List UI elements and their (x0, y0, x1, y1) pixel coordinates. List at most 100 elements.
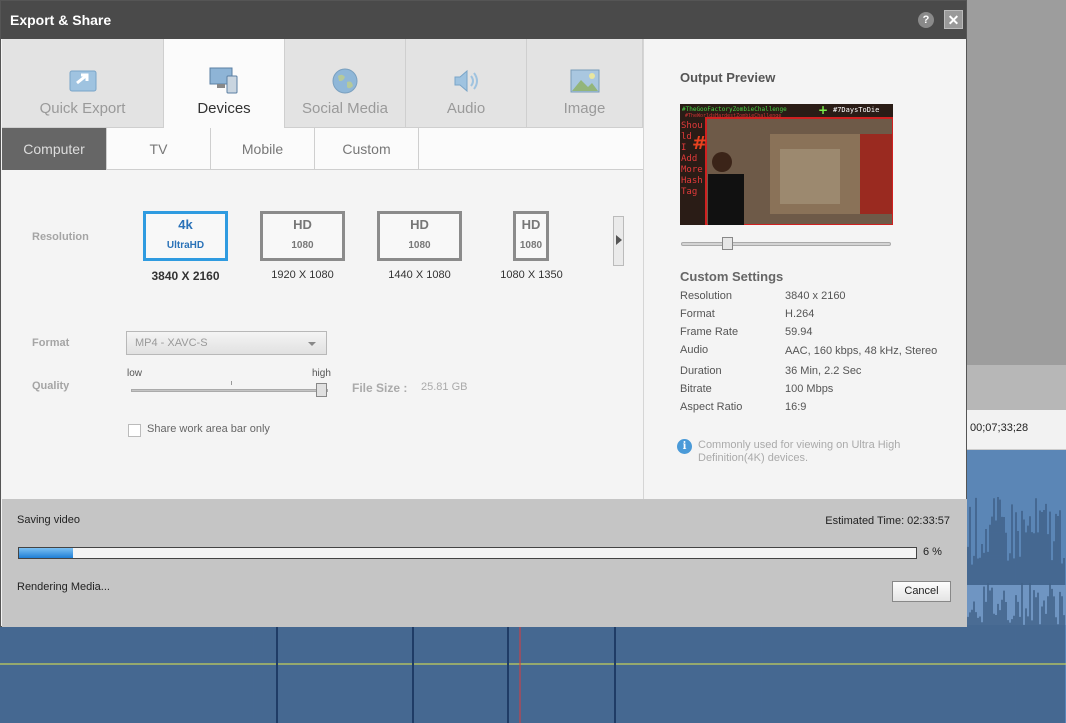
arrow-right-icon (616, 235, 622, 245)
quality-slider-track[interactable] (131, 389, 328, 392)
quick-export-icon (69, 70, 96, 92)
resolution-option-1440[interactable]: HD 1080 (377, 211, 462, 261)
quality-low-label: low (127, 368, 143, 379)
dialog-title: Export & Share (10, 12, 112, 28)
globe-icon (332, 68, 358, 94)
setting-key-aspect-ratio: Aspect Ratio (680, 401, 743, 413)
device-sub-tabs: Computer TV Mobile Custom (2, 128, 643, 170)
info-icon: i (677, 439, 692, 454)
tab-label: Social Media (302, 100, 388, 117)
render-progress-bar (18, 547, 917, 559)
resolution-option-4k[interactable]: 4k UltraHD (143, 211, 228, 261)
resolution-badge-bottom: 1080 (519, 240, 543, 251)
quality-label: Quality (32, 380, 70, 392)
resolution-badge-bottom: UltraHD (166, 240, 205, 251)
tab-quick-export[interactable]: Quick Export (2, 39, 164, 128)
resolution-label: Resolution (32, 231, 89, 243)
quality-slider-tick (231, 381, 232, 385)
preview-scrub-handle[interactable] (722, 237, 733, 250)
tab-devices[interactable]: Devices (164, 39, 285, 128)
chevron-down-icon (308, 342, 316, 346)
setting-value-frame-rate: 59.94 (785, 326, 813, 338)
output-preview-title: Output Preview (680, 70, 776, 85)
overlay-side-word: Shou (681, 121, 703, 131)
close-button[interactable]: ✕ (944, 10, 963, 29)
file-size-label: File Size : (352, 381, 408, 395)
share-work-area-checkbox[interactable] (128, 424, 141, 437)
saving-status-label: Saving video (17, 514, 80, 526)
help-button[interactable]: ? (918, 12, 934, 28)
estimated-time: Estimated Time: 02:33:57 (825, 515, 950, 527)
share-work-area-label[interactable]: Share work area bar only (147, 423, 270, 435)
main-tabs: Quick Export Devices Social Media Audio (2, 39, 643, 128)
export-share-dialog: Export & Share ? ✕ Quick Export Devices (0, 0, 967, 627)
output-preview-panel: Output Preview #TheGooFactoryZombieChall… (643, 39, 966, 499)
tab-label: Quick Export (39, 100, 126, 117)
resolution-caption: 1440 X 1080 (388, 269, 451, 281)
resolution-caption: 3840 X 2160 (151, 269, 220, 283)
tab-mobile[interactable]: Mobile (211, 128, 315, 170)
tab-tv[interactable]: TV (107, 128, 211, 170)
preview-scrub-track[interactable] (681, 242, 891, 246)
progress-percent: 6 % (923, 546, 942, 558)
export-settings-panel: Resolution 4k UltraHD 3840 X 2160 HD 108… (2, 170, 643, 499)
resolution-caption: 1080 X 1350 (500, 269, 563, 281)
setting-key-frame-rate: Frame Rate (680, 326, 739, 338)
custom-settings-title: Custom Settings (680, 269, 784, 284)
tab-label: Image (563, 100, 606, 117)
resolution-option-1080x1350[interactable]: HD 1080 (513, 211, 549, 261)
setting-value-duration: 36 Min, 2.2 Sec (785, 365, 862, 377)
cancel-button[interactable]: Cancel (892, 581, 951, 602)
setting-value-resolution: 3840 x 2160 (785, 290, 846, 302)
timecode-display: 00;07;33;28 (970, 422, 1029, 434)
tab-custom[interactable]: Custom (315, 128, 419, 170)
resolution-option-1920[interactable]: HD 1080 (260, 211, 345, 261)
tab-social-media[interactable]: Social Media (285, 39, 406, 128)
overlay-top-left: #TheGooFactoryZombieChallenge (682, 106, 787, 113)
overlay-side-word: ld (681, 132, 692, 142)
tab-computer[interactable]: Computer (2, 128, 107, 170)
tab-audio[interactable]: Audio (406, 39, 527, 128)
plus-icon: + (818, 104, 828, 117)
speaker-icon (454, 69, 478, 93)
overlay-sub-left: #TheWorldsHardestZombieChallenge (685, 113, 781, 119)
image-icon (570, 69, 599, 93)
setting-value-bitrate: 100 Mbps (785, 383, 834, 395)
overlay-top-right: #7DaysToDie (833, 106, 879, 114)
overlay-side-word: Add (681, 154, 697, 164)
quality-high-label: high (312, 368, 331, 379)
setting-value-audio: AAC, 160 kbps, 48 kHz, Stereo (785, 345, 938, 357)
format-value: MP4 - XAVC-S (135, 337, 208, 349)
overlay-side-word: Hash (681, 176, 703, 186)
resolution-scroll-right-button[interactable] (613, 216, 624, 266)
preview-frame: #TheGooFactoryZombieChallenge #TheWorlds… (680, 104, 893, 225)
setting-key-duration: Duration (680, 365, 722, 377)
render-progress-panel: Saving video Estimated Time: 02:33:57 6 … (2, 499, 967, 627)
setting-key-audio: Audio (680, 344, 709, 356)
preview-thumbnail: #TheGooFactoryZombieChallenge #TheWorlds… (680, 104, 893, 225)
tab-image[interactable]: Image (527, 39, 643, 128)
resolution-caption: 1920 X 1080 (271, 269, 334, 281)
setting-value-aspect-ratio: 16:9 (785, 401, 807, 413)
format-dropdown[interactable]: MP4 - XAVC-S (126, 331, 327, 355)
setting-key-resolution: Resolution (680, 290, 732, 302)
resolution-badge-top: 4k (178, 217, 193, 232)
editor-panel-area (967, 0, 1066, 365)
setting-value-format: H.264 (785, 308, 815, 320)
overlay-side-word: Tag (681, 187, 697, 197)
resolution-badge-top: HD (293, 217, 312, 232)
resolution-badge-top: HD (410, 217, 429, 232)
overlay-side-word: More (681, 165, 703, 175)
device-info-text: Commonly used for viewing on Ultra High … (698, 439, 901, 464)
hash-icon: # (692, 133, 707, 154)
format-label: Format (32, 337, 70, 349)
tab-label: Devices (197, 100, 251, 117)
setting-key-bitrate: Bitrate (680, 383, 712, 395)
dialog-titlebar: Export & Share ? ✕ (1, 1, 966, 39)
resolution-badge-bottom: 1080 (291, 240, 314, 251)
devices-icon (209, 67, 238, 94)
timeline-ruler (967, 365, 1066, 410)
resolution-badge-top: HD (521, 217, 541, 232)
setting-key-format: Format (680, 308, 715, 320)
quality-slider-handle[interactable] (316, 383, 327, 397)
